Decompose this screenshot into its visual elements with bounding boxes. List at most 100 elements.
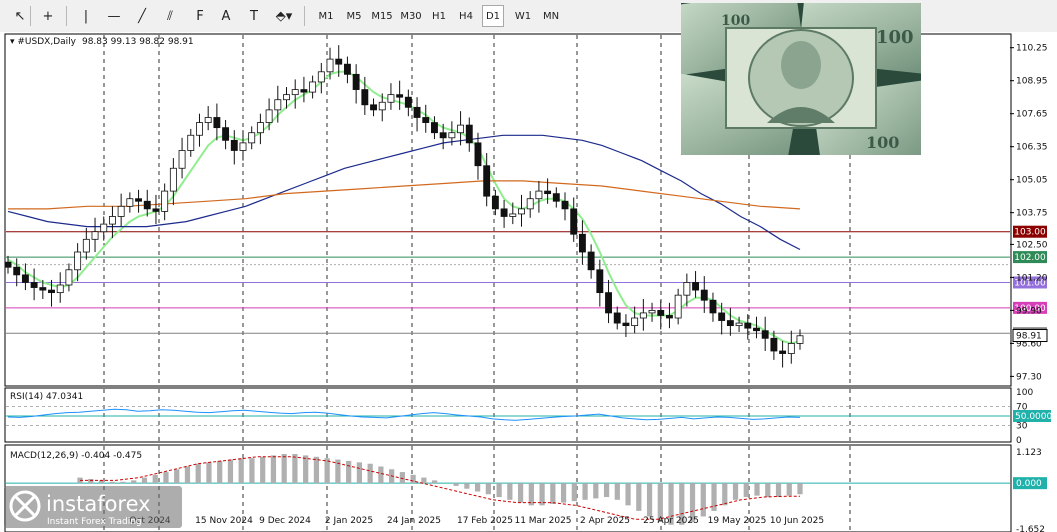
brand-name: instaforex	[46, 492, 151, 516]
time-label: 2 Apr 2025	[580, 516, 630, 526]
candle-body	[387, 94, 395, 103]
candle-body	[82, 238, 90, 253]
timeframe-m1[interactable]: M1	[314, 5, 338, 27]
candle-body	[404, 96, 412, 108]
time-label: 2 Jan 2025	[325, 516, 373, 526]
timeframe-m15[interactable]: M15	[369, 5, 395, 27]
time-label: 11 Mar 2025	[514, 516, 571, 526]
candle-body	[448, 132, 456, 139]
timeframe-h1[interactable]: H1	[428, 5, 450, 27]
collapse-icon[interactable]: ▾	[10, 37, 17, 47]
candle-body	[352, 73, 360, 90]
candle-body	[161, 190, 169, 212]
candle-body	[343, 63, 351, 75]
price-tick-label: 101.20	[1016, 273, 1048, 283]
level-label: 102.00	[1013, 251, 1047, 264]
candle-body	[648, 309, 656, 314]
timeframe-w1[interactable]: W1	[512, 5, 534, 27]
candle-body	[631, 317, 639, 327]
candle-body	[457, 124, 465, 134]
candle-body	[666, 315, 673, 319]
level-label: 103.00	[1013, 225, 1047, 238]
timeframe-m30[interactable]: M30	[398, 5, 424, 27]
candle-body	[13, 266, 21, 276]
candle-body	[56, 284, 64, 294]
rsi-level-text: 50.0000	[1015, 412, 1052, 422]
candle-body	[552, 193, 560, 202]
shapes-icon[interactable]: ⬘▾	[272, 5, 296, 27]
candle-body	[178, 150, 186, 169]
macd-zero-box: 0.000	[1013, 477, 1047, 490]
time-label: 24 Jan 2025	[387, 516, 441, 526]
candle-body	[561, 200, 569, 210]
candle-body	[674, 294, 682, 319]
price-tick-label: 102.50	[1016, 240, 1048, 250]
price-tick-label: 110.25	[1016, 44, 1048, 54]
candle-body	[639, 312, 647, 319]
current-price-box: 98.91	[1012, 329, 1048, 343]
candle-body	[222, 127, 230, 141]
candle-body	[378, 101, 386, 111]
crosshair-icon[interactable]: +	[36, 5, 60, 27]
candle-body	[770, 337, 778, 352]
price-tick-label: 103.75	[1016, 209, 1048, 219]
cursor-icon[interactable]: ↖	[8, 5, 32, 27]
price-tick-label: 97.30	[1016, 372, 1042, 382]
candle-body	[361, 89, 369, 106]
level-label-text: 102.00	[1014, 253, 1046, 263]
time-label: 15 Nov 2024	[195, 516, 253, 526]
candle-body	[683, 282, 691, 296]
candle-body	[491, 195, 499, 210]
timeframe-d1[interactable]: D1	[482, 5, 504, 27]
timeframe-h4[interactable]: H4	[455, 5, 477, 27]
candle-body	[117, 205, 125, 217]
candle-body	[91, 231, 99, 240]
rsi-level-box: 50.0000	[1013, 410, 1052, 422]
candle-body	[169, 167, 177, 192]
timeframe-mn[interactable]: MN	[540, 5, 562, 27]
candle-body	[335, 58, 343, 65]
horizontal-line-icon[interactable]: —	[102, 5, 126, 27]
candle-body	[239, 142, 247, 151]
price-tick-label: 105.05	[1016, 176, 1048, 186]
candle-body	[726, 320, 734, 327]
candle-body	[100, 223, 108, 233]
trendline-icon[interactable]: ╱	[130, 5, 154, 27]
candle-body	[309, 81, 317, 93]
candle-body	[256, 122, 264, 134]
candle-body	[74, 251, 82, 271]
macd-label: MACD(12,26,9) -0.404 -0.475	[10, 451, 142, 461]
candle-body	[596, 269, 604, 294]
level-label-text: 103.00	[1014, 228, 1046, 238]
candle-body	[587, 251, 595, 271]
time-label: 19 May 2025	[708, 516, 767, 526]
svg-text:100: 100	[721, 13, 750, 29]
candle-body	[753, 327, 760, 332]
candle-body	[700, 289, 708, 301]
candle-body	[735, 322, 743, 327]
current-price-label: 98.91	[1016, 332, 1042, 342]
candle-body	[108, 216, 116, 225]
timeframe-m5[interactable]: M5	[342, 5, 366, 27]
candle-body	[4, 261, 12, 268]
price-tick-label: 99.90	[1016, 306, 1042, 316]
candle-body	[230, 139, 238, 151]
channel-icon[interactable]: ⫽	[158, 5, 182, 27]
candle-body	[265, 109, 273, 123]
text-icon[interactable]: A	[214, 5, 238, 27]
candle-body	[39, 287, 47, 291]
candle-body	[187, 134, 195, 151]
text-label-icon[interactable]: T	[242, 5, 266, 27]
candle-body	[535, 190, 543, 200]
candle-body	[787, 342, 795, 354]
rsi-tick-label: 30	[1016, 422, 1028, 432]
fibonacci-icon[interactable]: F	[188, 5, 212, 27]
price-tick-label: 106.35	[1016, 143, 1048, 153]
candle-body	[518, 208, 525, 215]
candle-body	[370, 104, 377, 111]
macd-tick-label: 1.123	[1016, 448, 1042, 458]
vertical-line-icon[interactable]: |	[74, 5, 98, 27]
candle-body	[204, 117, 212, 123]
candle-body	[613, 312, 621, 324]
candle-body	[709, 299, 717, 314]
